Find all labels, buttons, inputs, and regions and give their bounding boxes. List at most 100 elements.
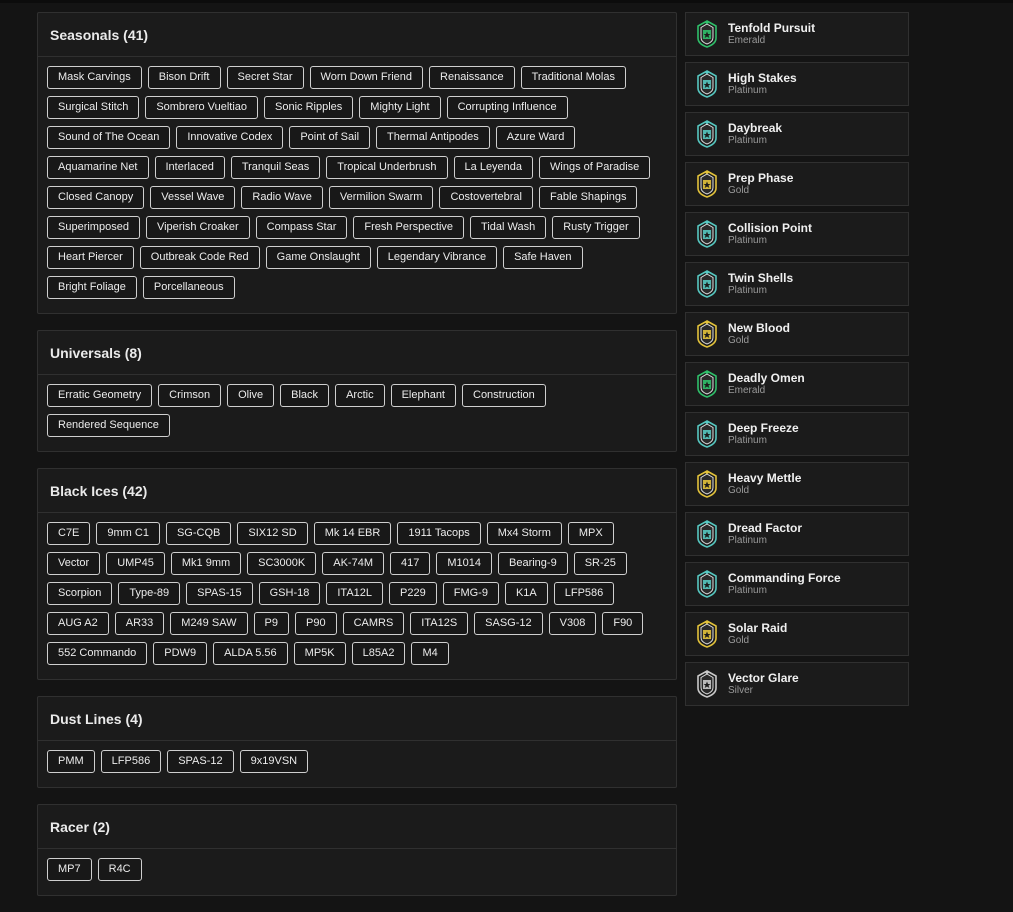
rank-item-solar-raid[interactable]: Solar Raid Gold bbox=[685, 612, 909, 656]
chip-p229[interactable]: P229 bbox=[389, 582, 437, 605]
chip-tidal-wash[interactable]: Tidal Wash bbox=[470, 216, 547, 239]
chip-azure-ward[interactable]: Azure Ward bbox=[495, 126, 576, 149]
chip-aquamarine-net[interactable]: Aquamarine Net bbox=[47, 156, 149, 179]
chip-renaissance[interactable]: Renaissance bbox=[429, 66, 515, 89]
chip-mp7[interactable]: MP7 bbox=[47, 858, 92, 881]
chip-552-commando[interactable]: 552 Commando bbox=[47, 642, 148, 665]
chip-sr-25[interactable]: SR-25 bbox=[573, 552, 627, 575]
chip-legendary-vibrance[interactable]: Legendary Vibrance bbox=[376, 246, 498, 269]
chip-k1a[interactable]: K1A bbox=[504, 582, 548, 605]
chip-fresh-perspective[interactable]: Fresh Perspective bbox=[353, 216, 465, 239]
chip-p9[interactable]: P9 bbox=[253, 612, 289, 635]
chip-rusty-trigger[interactable]: Rusty Trigger bbox=[552, 216, 640, 239]
rank-item-commanding-force[interactable]: Commanding Force Platinum bbox=[685, 562, 909, 606]
chip-worn-down-friend[interactable]: Worn Down Friend bbox=[309, 66, 424, 89]
chip-tranquil-seas[interactable]: Tranquil Seas bbox=[230, 156, 321, 179]
chip-type-89[interactable]: Type-89 bbox=[118, 582, 181, 605]
chip-crimson[interactable]: Crimson bbox=[158, 384, 222, 407]
rank-item-deep-freeze[interactable]: Deep Freeze Platinum bbox=[685, 412, 909, 456]
chip-mk-14-ebr[interactable]: Mk 14 EBR bbox=[313, 522, 392, 545]
rank-item-heavy-mettle[interactable]: Heavy Mettle Gold bbox=[685, 462, 909, 506]
chip-m249-saw[interactable]: M249 SAW bbox=[170, 612, 248, 635]
rank-item-deadly-omen[interactable]: Deadly Omen Emerald bbox=[685, 362, 909, 406]
chip-closed-canopy[interactable]: Closed Canopy bbox=[47, 186, 145, 209]
chip-camrs[interactable]: CAMRS bbox=[342, 612, 405, 635]
chip-mpx[interactable]: MPX bbox=[567, 522, 614, 545]
chip-m1014[interactable]: M1014 bbox=[436, 552, 492, 575]
chip-fable-shapings[interactable]: Fable Shapings bbox=[539, 186, 638, 209]
chip-spas-12[interactable]: SPAS-12 bbox=[167, 750, 234, 773]
rank-item-vector-glare[interactable]: Vector Glare Silver bbox=[685, 662, 909, 706]
chip-secret-star[interactable]: Secret Star bbox=[226, 66, 304, 89]
chip-corrupting-influence[interactable]: Corrupting Influence bbox=[446, 96, 568, 119]
chip-innovative-codex[interactable]: Innovative Codex bbox=[176, 126, 284, 149]
chip-ak-74m[interactable]: AK-74M bbox=[322, 552, 384, 575]
chip-compass-star[interactable]: Compass Star bbox=[255, 216, 348, 239]
chip-lfp586[interactable]: LFP586 bbox=[100, 750, 162, 773]
chip-vermilion-swarm[interactable]: Vermilion Swarm bbox=[328, 186, 434, 209]
chip-sc3000k[interactable]: SC3000K bbox=[247, 552, 317, 575]
chip-417[interactable]: 417 bbox=[390, 552, 431, 575]
chip-sasg-12[interactable]: SASG-12 bbox=[474, 612, 543, 635]
chip-costovertebral[interactable]: Costovertebral bbox=[439, 186, 533, 209]
chip-sg-cqb[interactable]: SG-CQB bbox=[165, 522, 232, 545]
chip-ita12l[interactable]: ITA12L bbox=[326, 582, 384, 605]
chip-bison-drift[interactable]: Bison Drift bbox=[147, 66, 221, 89]
chip-c7e[interactable]: C7E bbox=[47, 522, 91, 545]
chip-f90[interactable]: F90 bbox=[602, 612, 644, 635]
chip-vector[interactable]: Vector bbox=[47, 552, 101, 575]
chip-six12-sd[interactable]: SIX12 SD bbox=[237, 522, 308, 545]
chip-mp5k[interactable]: MP5K bbox=[293, 642, 346, 665]
chip-fmg-9[interactable]: FMG-9 bbox=[442, 582, 499, 605]
rank-item-dread-factor[interactable]: Dread Factor Platinum bbox=[685, 512, 909, 556]
chip-sonic-ripples[interactable]: Sonic Ripples bbox=[264, 96, 354, 119]
chip-olive[interactable]: Olive bbox=[227, 384, 275, 407]
chip-p90[interactable]: P90 bbox=[294, 612, 337, 635]
chip-interlaced[interactable]: Interlaced bbox=[154, 156, 225, 179]
rank-item-prep-phase[interactable]: Prep Phase Gold bbox=[685, 162, 909, 206]
chip-traditional-molas[interactable]: Traditional Molas bbox=[520, 66, 626, 89]
chip-ump45[interactable]: UMP45 bbox=[106, 552, 165, 575]
chip-arctic[interactable]: Arctic bbox=[335, 384, 385, 407]
chip-lfp586[interactable]: LFP586 bbox=[553, 582, 615, 605]
chip-mighty-light[interactable]: Mighty Light bbox=[359, 96, 441, 119]
chip-9mm-c1[interactable]: 9mm C1 bbox=[96, 522, 160, 545]
chip-wings-of-paradise[interactable]: Wings of Paradise bbox=[539, 156, 651, 179]
rank-item-high-stakes[interactable]: High Stakes Platinum bbox=[685, 62, 909, 106]
chip-bearing-9[interactable]: Bearing-9 bbox=[498, 552, 568, 575]
chip-outbreak-code-red[interactable]: Outbreak Code Red bbox=[139, 246, 260, 269]
chip-safe-haven[interactable]: Safe Haven bbox=[503, 246, 583, 269]
chip-superimposed[interactable]: Superimposed bbox=[47, 216, 140, 239]
chip-9x19vsn[interactable]: 9x19VSN bbox=[239, 750, 309, 773]
chip-aug-a2[interactable]: AUG A2 bbox=[47, 612, 109, 635]
chip-construction[interactable]: Construction bbox=[462, 384, 546, 407]
rank-item-collision-point[interactable]: Collision Point Platinum bbox=[685, 212, 909, 256]
chip-pdw9[interactable]: PDW9 bbox=[153, 642, 208, 665]
chip-black[interactable]: Black bbox=[280, 384, 330, 407]
chip-vessel-wave[interactable]: Vessel Wave bbox=[150, 186, 236, 209]
chip-tropical-underbrush[interactable]: Tropical Underbrush bbox=[326, 156, 448, 179]
chip-mx4-storm[interactable]: Mx4 Storm bbox=[486, 522, 562, 545]
rank-item-twin-shells[interactable]: Twin Shells Platinum bbox=[685, 262, 909, 306]
chip-spas-15[interactable]: SPAS-15 bbox=[186, 582, 253, 605]
chip-point-of-sail[interactable]: Point of Sail bbox=[289, 126, 371, 149]
chip-mk1-9mm[interactable]: Mk1 9mm bbox=[170, 552, 242, 575]
chip-viperish-croaker[interactable]: Viperish Croaker bbox=[145, 216, 250, 239]
chip-rendered-sequence[interactable]: Rendered Sequence bbox=[47, 414, 170, 437]
chip-sound-of-the-ocean[interactable]: Sound of The Ocean bbox=[47, 126, 171, 149]
chip-sombrero-vueltiao[interactable]: Sombrero Vueltiao bbox=[145, 96, 259, 119]
chip-m4[interactable]: M4 bbox=[411, 642, 449, 665]
rank-item-daybreak[interactable]: Daybreak Platinum bbox=[685, 112, 909, 156]
chip-pmm[interactable]: PMM bbox=[47, 750, 95, 773]
chip-thermal-antipodes[interactable]: Thermal Antipodes bbox=[376, 126, 490, 149]
chip-scorpion[interactable]: Scorpion bbox=[47, 582, 113, 605]
chip-bright-foliage[interactable]: Bright Foliage bbox=[47, 276, 137, 299]
chip-gsh-18[interactable]: GSH-18 bbox=[258, 582, 321, 605]
chip-mask-carvings[interactable]: Mask Carvings bbox=[47, 66, 142, 89]
rank-item-new-blood[interactable]: New Blood Gold bbox=[685, 312, 909, 356]
chip-v308[interactable]: V308 bbox=[548, 612, 597, 635]
chip-game-onslaught[interactable]: Game Onslaught bbox=[265, 246, 371, 269]
chip-r4c[interactable]: R4C bbox=[97, 858, 142, 881]
chip-surgical-stitch[interactable]: Surgical Stitch bbox=[47, 96, 140, 119]
chip-porcellaneous[interactable]: Porcellaneous bbox=[142, 276, 235, 299]
